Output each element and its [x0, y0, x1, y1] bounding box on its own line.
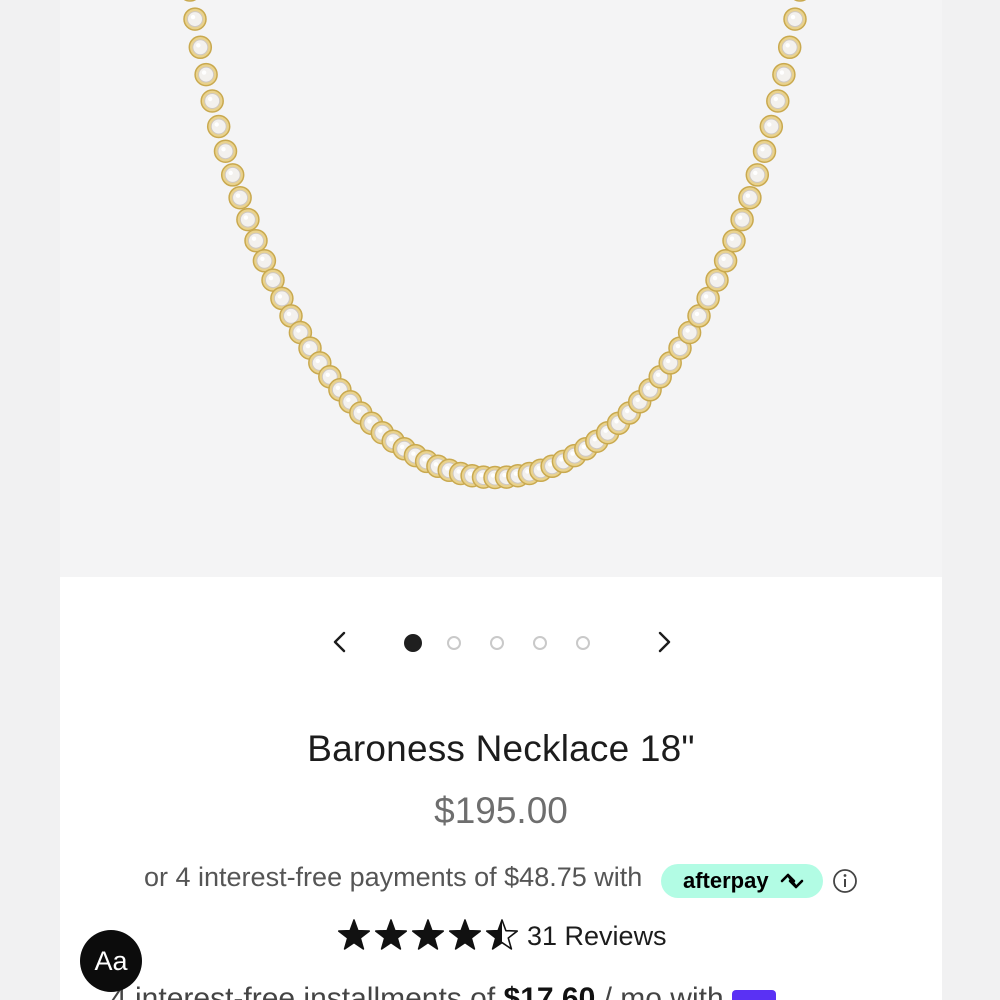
chevron-left-icon [333, 631, 346, 653]
installments-text-end: / mo with [595, 982, 724, 1000]
installments-text: 4 interest-free installments of $17.60 /… [110, 982, 776, 1000]
afterpay-text: or 4 interest-free payments of $48.75 wi… [144, 862, 643, 892]
installments-amount: $17.60 [503, 982, 596, 1000]
star-icon [337, 919, 371, 950]
rating-row: 31 Reviews [337, 917, 697, 957]
afterpay-arrows-icon [780, 873, 804, 889]
left-margin [0, 0, 60, 1000]
image-carousel-nav [60, 620, 942, 666]
carousel-next-button[interactable] [650, 624, 680, 660]
chevron-right-icon [658, 631, 671, 653]
carousel-dot[interactable] [533, 636, 547, 650]
product-price: $195.00 [434, 790, 568, 831]
star-rating [337, 919, 519, 950]
necklace-image [183, 0, 807, 490]
afterpay-logo-text: afterpay [683, 868, 769, 893]
carousel-dot[interactable] [490, 636, 504, 650]
product-image[interactable] [60, 0, 942, 577]
accessibility-text-button[interactable]: Aa [80, 930, 142, 992]
star-icon [374, 919, 408, 950]
carousel-prev-button[interactable] [324, 624, 354, 660]
product-title: Baroness Necklace 18" [307, 728, 695, 769]
star-icon [448, 919, 482, 950]
shop-pay-logo[interactable] [732, 990, 776, 1000]
carousel-dot[interactable] [576, 636, 590, 650]
info-icon[interactable] [832, 868, 858, 894]
carousel-dot[interactable] [404, 634, 422, 652]
product-card: Baroness Necklace 18" $195.00 or 4 inter… [60, 0, 942, 1000]
installments-text-start: 4 interest-free installments of [110, 982, 504, 1000]
afterpay-row: or 4 interest-free payments of $48.75 wi… [144, 860, 864, 900]
star-icon [411, 919, 445, 950]
product-page: Baroness Necklace 18" $195.00 or 4 inter… [0, 0, 1000, 1000]
carousel-dot[interactable] [447, 636, 461, 650]
afterpay-badge[interactable]: afterpay [661, 864, 823, 898]
right-margin [942, 0, 1000, 1000]
reviews-link[interactable]: 31 Reviews [527, 921, 667, 952]
